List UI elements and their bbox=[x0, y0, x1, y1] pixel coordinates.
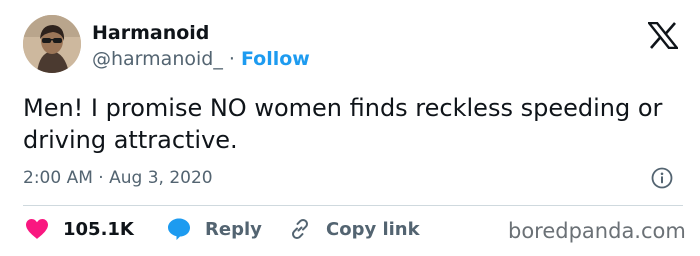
handle[interactable]: @harmanoid_ bbox=[92, 48, 223, 70]
timestamp-time: 2:00 AM bbox=[23, 168, 93, 188]
handle-line: @harmanoid_ · Follow bbox=[92, 48, 310, 70]
follow-button[interactable]: Follow bbox=[241, 48, 310, 70]
timestamp-separator: · bbox=[98, 168, 104, 188]
reply-button[interactable]: Reply bbox=[167, 216, 262, 242]
copy-link-button[interactable]: Copy link bbox=[288, 216, 420, 242]
tweet-text: Men! I promise NO women finds reckless s… bbox=[23, 94, 663, 154]
avatar-image bbox=[23, 15, 81, 73]
reply-label: Reply bbox=[205, 218, 262, 240]
x-logo-icon[interactable] bbox=[648, 22, 678, 49]
heart-icon bbox=[26, 219, 48, 239]
timestamp-date: Aug 3, 2020 bbox=[109, 168, 213, 188]
display-name[interactable]: Harmanoid bbox=[92, 22, 209, 44]
avatar[interactable] bbox=[23, 15, 81, 73]
timestamp[interactable]: 2:00 AM · Aug 3, 2020 bbox=[23, 168, 213, 188]
divider bbox=[23, 205, 683, 206]
watermark: boredpanda.com bbox=[508, 219, 686, 243]
copy-link-label: Copy link bbox=[326, 218, 420, 240]
handle-separator: · bbox=[228, 48, 235, 70]
link-icon bbox=[292, 218, 308, 240]
likes-count: 105.1K bbox=[63, 218, 134, 240]
like-button[interactable]: 105.1K bbox=[25, 216, 134, 242]
reply-bubble-icon bbox=[168, 218, 190, 240]
info-icon[interactable] bbox=[651, 167, 673, 189]
